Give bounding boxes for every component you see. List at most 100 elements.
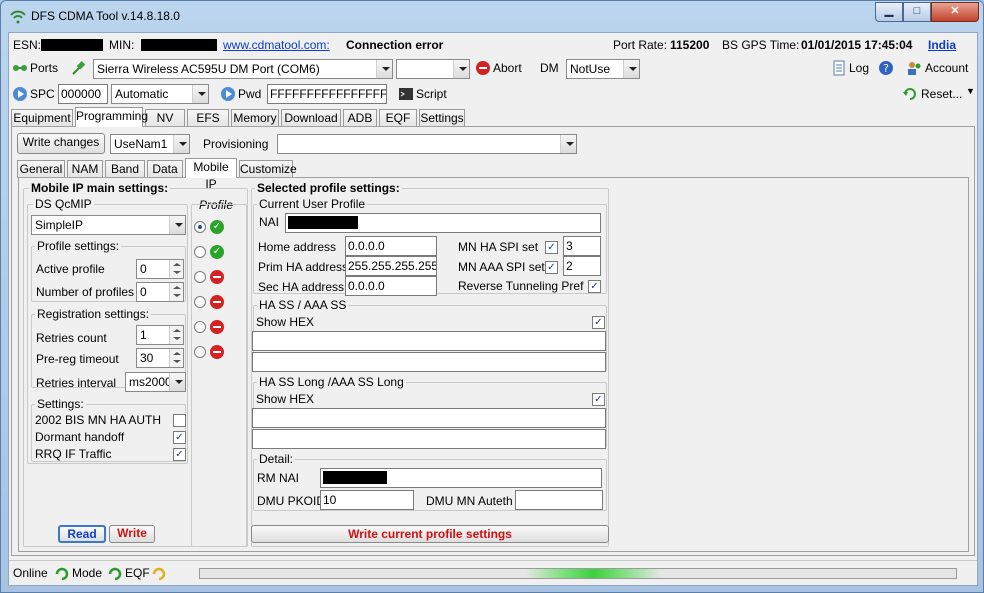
check-circle-icon: ✓ (210, 220, 224, 234)
subtab-nam[interactable]: NAM (67, 160, 103, 178)
stop-icon (210, 295, 224, 309)
profile-radio-2[interactable] (194, 271, 206, 283)
spinner-arrows-icon[interactable] (169, 260, 183, 278)
provisioning-select[interactable] (277, 134, 577, 154)
retries-count-spinner[interactable]: 1 (136, 325, 184, 345)
script-icon (399, 88, 413, 100)
chevron-down-icon (623, 60, 639, 78)
number-of-profiles-value: 0 (140, 285, 147, 299)
bis-mn-ha-auth-checkbox[interactable] (173, 414, 186, 427)
usename-select[interactable]: UseNam1 (110, 134, 190, 154)
rm-nai-input[interactable] (320, 468, 602, 488)
spc-mode-select[interactable]: Automatic (111, 84, 209, 104)
ha-ss-input[interactable] (252, 331, 606, 351)
tab-equipment[interactable]: Equipment (11, 109, 73, 127)
maximize-button[interactable]: □ (903, 2, 931, 22)
chevron-down-icon (192, 85, 208, 103)
secondary-select[interactable] (396, 59, 470, 79)
connect-plug-icon[interactable] (71, 60, 87, 76)
active-profile-spinner[interactable]: 0 (136, 259, 184, 279)
prereg-timeout-spinner[interactable]: 30 (136, 348, 184, 368)
retries-interval-select[interactable]: ms2000 (125, 372, 186, 392)
mn-aaa-spi-checkbox[interactable]: ✓ (545, 261, 558, 274)
title-bar[interactable]: DFS CDMA Tool v.14.8.18.0 ▁ □ ✕ (1, 1, 983, 31)
dm-select[interactable]: NotUse (566, 59, 640, 79)
number-of-profiles-spinner[interactable]: 0 (136, 282, 184, 302)
close-button[interactable]: ✕ (931, 2, 979, 22)
play-icon[interactable] (12, 86, 28, 102)
show-hex-checkbox-1[interactable]: ✓ (592, 316, 605, 329)
subtab-mobile-ip[interactable]: Mobile IP (185, 158, 237, 191)
play-icon[interactable] (220, 86, 236, 102)
spinner-arrows-icon[interactable] (169, 349, 183, 367)
spc-input[interactable]: 000000 (58, 84, 108, 104)
write-profile-settings-button[interactable]: Write current profile settings (251, 525, 609, 543)
profile-settings-label: Profile settings: (35, 239, 122, 253)
bs-gps-label: BS GPS Time: (722, 38, 800, 52)
website-link[interactable]: www.cdmatool.com: (223, 38, 330, 52)
subtab-customize[interactable]: Customize (239, 160, 297, 178)
reset-button[interactable]: Reset... (921, 87, 962, 101)
tab-adb[interactable]: ADB (343, 109, 377, 127)
ports-button[interactable]: Ports (30, 61, 58, 75)
tab-programming[interactable]: Programming (75, 107, 148, 127)
subtab-data[interactable]: Data (147, 160, 183, 178)
show-hex-checkbox-2[interactable]: ✓ (592, 393, 605, 406)
tab-memory[interactable]: Memory (231, 109, 279, 127)
subtab-general[interactable]: General (17, 160, 65, 178)
help-icon[interactable]: ? (878, 60, 894, 76)
pwd-input[interactable]: FFFFFFFFFFFFFFFF (267, 84, 387, 104)
profile-radio-5[interactable] (194, 346, 206, 358)
profile-radio-1[interactable] (194, 246, 206, 258)
dormant-handoff-checkbox[interactable]: ✓ (173, 431, 186, 444)
port-select[interactable]: Sierra Wireless AC595U DM Port (COM6) (93, 59, 393, 79)
account-button[interactable]: Account (925, 61, 968, 75)
reverse-tunneling-checkbox[interactable]: ✓ (588, 280, 601, 293)
prereg-timeout-value: 30 (140, 351, 154, 365)
read-button[interactable]: Read (58, 525, 106, 543)
log-button[interactable]: Log (849, 61, 869, 75)
status-bar: Online Mode EQF (9, 560, 977, 585)
chevron-down-icon (169, 373, 185, 391)
stop-icon (210, 320, 224, 334)
rrq-if-traffic-checkbox[interactable]: ✓ (173, 448, 186, 461)
profile-radio-4[interactable] (194, 321, 206, 333)
tab-settings[interactable]: Settings (419, 109, 465, 127)
tab-nv[interactable]: NV (145, 109, 185, 127)
rm-nai-value-redacted (323, 471, 387, 484)
mn-aaa-spi-input[interactable]: 2 (563, 256, 601, 276)
dmu-mn-auteth-input[interactable] (515, 490, 603, 510)
ha-ss-long-input[interactable] (252, 408, 606, 428)
prim-ha-address-input[interactable]: 255.255.255.255 (345, 256, 437, 276)
retries-interval-label: Retries interval (36, 376, 117, 390)
dmu-pkoid-input[interactable]: 10 (320, 490, 414, 510)
reset-dropdown-icon[interactable]: ▼ (966, 86, 975, 96)
script-button[interactable]: Script (416, 87, 447, 101)
spinner-arrows-icon[interactable] (169, 326, 183, 344)
aaa-ss-input[interactable] (252, 352, 606, 372)
mn-ha-spi-input[interactable]: 3 (563, 236, 601, 256)
nai-input[interactable] (285, 213, 601, 233)
tab-efs[interactable]: EFS (187, 109, 229, 127)
retries-count-value: 1 (140, 328, 147, 342)
home-address-label: Home address (258, 240, 337, 254)
home-address-input[interactable]: 0.0.0.0 (345, 236, 437, 256)
tab-download[interactable]: Download (281, 109, 341, 127)
ds-qcmip-select[interactable]: SimpleIP (31, 215, 186, 235)
stop-icon (210, 345, 224, 359)
minimize-button[interactable]: ▁ (875, 2, 903, 22)
mn-ha-spi-checkbox[interactable]: ✓ (545, 241, 558, 254)
chevron-down-icon (173, 135, 189, 153)
sec-ha-address-input[interactable]: 0.0.0.0 (345, 276, 437, 296)
subtab-band[interactable]: Band (105, 160, 145, 178)
programming-panel: Write changes UseNam1 Provisioning Gener… (11, 126, 975, 556)
spinner-arrows-icon[interactable] (169, 283, 183, 301)
tab-eqf[interactable]: EQF (379, 109, 417, 127)
region-link[interactable]: India (928, 38, 956, 52)
abort-button[interactable]: Abort (493, 61, 522, 75)
aaa-ss-long-input[interactable] (252, 429, 606, 449)
write-button[interactable]: Write (109, 525, 155, 543)
profile-radio-0[interactable] (194, 221, 206, 233)
write-changes-button[interactable]: Write changes (17, 133, 105, 154)
profile-radio-3[interactable] (194, 296, 206, 308)
